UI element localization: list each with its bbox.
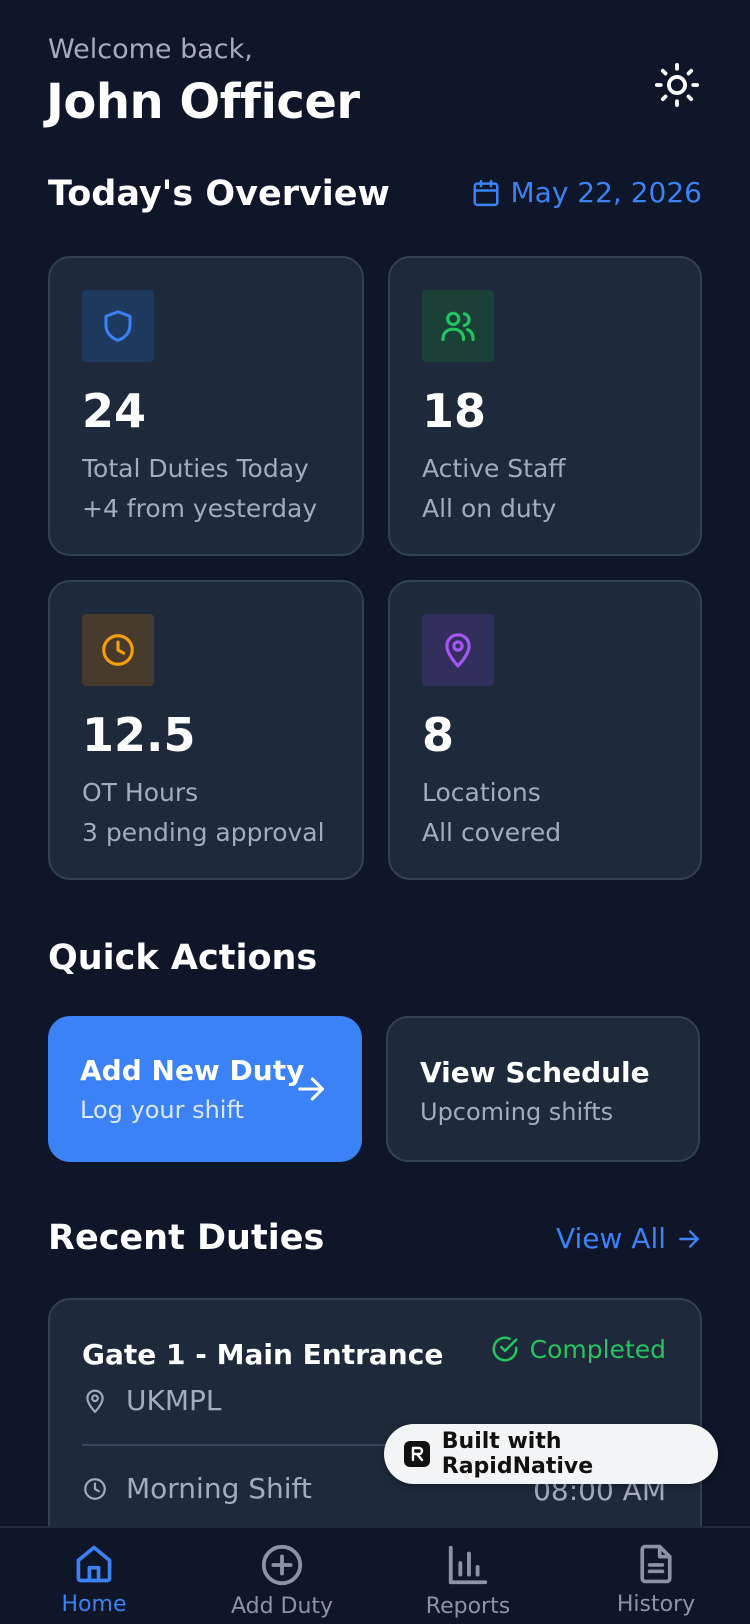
duty-location: UKMPL — [82, 1384, 222, 1417]
stat-value: 24 — [82, 384, 147, 438]
stat-subtext: All covered — [422, 818, 562, 847]
arrow-right-icon — [679, 1229, 699, 1248]
view-all-label: View All — [555, 1222, 666, 1255]
stat-subtext: 3 pending approval — [82, 818, 325, 847]
theme-toggle-button[interactable] — [652, 60, 702, 110]
calendar-icon — [473, 179, 499, 206]
nav-home[interactable]: Home — [24, 1542, 164, 1617]
stat-icon-wrap — [422, 614, 494, 686]
welcome-text: Welcome back, — [48, 34, 253, 65]
users-icon — [441, 311, 475, 342]
date-text: May 22, 2026 — [510, 176, 702, 209]
nav-label: History — [616, 1592, 696, 1617]
stat-card-ot-hours[interactable]: 12.5 OT Hours 3 pending approval — [48, 580, 364, 880]
check-circle-icon — [492, 1336, 518, 1362]
shield-icon — [104, 310, 132, 342]
action-label: Add New Duty — [80, 1054, 305, 1087]
stat-label: OT Hours — [82, 778, 199, 807]
nav-label: Home — [61, 1592, 127, 1617]
nav-label: Reports — [425, 1594, 511, 1619]
plus-circle-icon — [261, 1544, 303, 1586]
add-new-duty-button[interactable]: Add New Duty Log your shift — [48, 1016, 362, 1162]
nav-reports[interactable]: Reports — [398, 1542, 538, 1619]
shift-text: Morning Shift — [126, 1472, 312, 1505]
view-schedule-button[interactable]: View Schedule Upcoming shifts — [386, 1016, 700, 1162]
clock-icon — [84, 1477, 106, 1500]
stat-icon-wrap — [82, 614, 154, 686]
stat-card-total-duties[interactable]: 24 Total Duties Today +4 from yesterday — [48, 256, 364, 556]
stat-value: 12.5 — [82, 708, 196, 762]
stat-label: Locations — [422, 778, 541, 807]
location-text: UKMPL — [126, 1384, 222, 1417]
stat-icon-wrap — [82, 290, 154, 362]
home-icon — [76, 1545, 112, 1583]
quick-actions-title: Quick Actions — [48, 938, 318, 978]
stat-card-active-staff[interactable]: 18 Active Staff All on duty — [388, 256, 702, 556]
sun-icon — [654, 62, 700, 108]
badge-text: Built with RapidNative — [441, 1429, 594, 1479]
recent-duties-title: Recent Duties — [48, 1218, 325, 1258]
status-text: Completed — [529, 1334, 666, 1364]
nav-label: Add Duty — [230, 1594, 334, 1619]
map-pin-icon — [445, 633, 471, 668]
built-with-badge[interactable]: Built with RapidNative — [384, 1424, 718, 1484]
action-subtext: Log your shift — [80, 1096, 244, 1124]
status-badge: Completed — [490, 1334, 666, 1364]
stat-subtext: All on duty — [422, 494, 557, 523]
date-display[interactable]: May 22, 2026 — [471, 176, 702, 209]
stat-value: 18 — [422, 384, 487, 438]
home-screen: Welcome back, John Officer Today's Overv… — [0, 0, 750, 1624]
rapidnative-logo-icon — [404, 1441, 430, 1467]
duty-title: Gate 1 - Main Entrance — [82, 1338, 444, 1371]
action-label: View Schedule — [420, 1056, 650, 1089]
bar-chart-icon — [448, 1545, 488, 1585]
stat-card-locations[interactable]: 8 Locations All covered — [388, 580, 702, 880]
map-pin-icon — [86, 1389, 104, 1413]
arrow-right-icon — [298, 1077, 324, 1101]
file-text-icon — [640, 1544, 672, 1584]
action-subtext: Upcoming shifts — [420, 1098, 614, 1126]
stat-label: Total Duties Today — [82, 454, 309, 483]
stat-value: 8 — [422, 708, 455, 762]
user-name: John Officer — [46, 74, 360, 130]
nav-add-duty[interactable]: Add Duty — [212, 1542, 352, 1619]
bottom-navigation: Home Add Duty Reports History — [0, 1526, 750, 1624]
nav-history[interactable]: History — [586, 1542, 726, 1617]
view-all-link[interactable]: View All — [556, 1222, 702, 1255]
overview-title: Today's Overview — [48, 174, 390, 214]
stat-label: Active Staff — [422, 454, 566, 483]
clock-icon — [102, 634, 134, 666]
stat-subtext: +4 from yesterday — [82, 494, 318, 523]
stat-icon-wrap — [422, 290, 494, 362]
duty-shift: Morning Shift — [82, 1472, 312, 1505]
